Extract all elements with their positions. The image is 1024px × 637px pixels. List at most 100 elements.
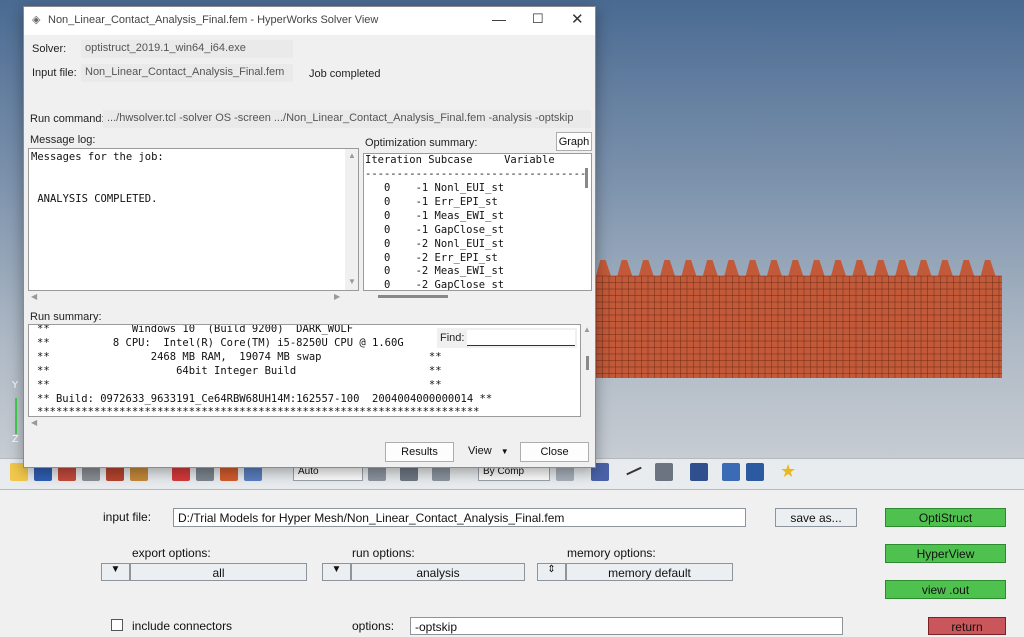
- run-command-field: .../hwsolver.tcl -solver OS -screen .../…: [103, 110, 591, 128]
- run-options-button[interactable]: analysis: [351, 563, 525, 581]
- opt-summary-row: 0 -1 Err_EPI_st: [365, 196, 504, 210]
- export-options-label: export options:: [132, 546, 211, 560]
- iteration-cell: 0: [365, 279, 391, 291]
- scroll-down-icon[interactable]: ▼: [348, 277, 356, 286]
- save-as-button[interactable]: save as...: [775, 508, 857, 527]
- close-icon[interactable]: ✕: [571, 10, 584, 28]
- export-options-toggle[interactable]: ▼: [101, 563, 130, 581]
- opt-summary-row: 0 -1 Meas_EWI_st: [365, 210, 504, 224]
- memory-options-toggle[interactable]: ⇕: [537, 563, 566, 581]
- scroll-up-icon[interactable]: ▲: [348, 151, 356, 160]
- optistruct-button[interactable]: OptiStruct: [885, 508, 1006, 527]
- run-options-label: run options:: [352, 546, 415, 560]
- run-summary-line: ** Windows 10 (Build 9200) DARK_WOLF: [37, 324, 354, 335]
- find-bar: Find:: [437, 328, 577, 348]
- opt-summary-rows: 0 -1 Nonl_EUI_st 0 -1 Err_EPI_st 0 -1 Me…: [365, 182, 505, 291]
- surface-icon[interactable]: [655, 463, 673, 481]
- opt-summary-hscroll-thumb[interactable]: [378, 295, 448, 298]
- variable-cell: Nonl_EUI_st: [428, 237, 505, 250]
- scroll-left-icon[interactable]: ◀: [31, 418, 37, 427]
- minimize-icon[interactable]: —: [492, 11, 506, 27]
- grid-icon[interactable]: [722, 463, 740, 481]
- iteration-cell: 0: [365, 265, 391, 278]
- graph-button[interactable]: Graph: [556, 132, 592, 151]
- view-out-button[interactable]: view .out: [885, 580, 1006, 599]
- hyperview-button[interactable]: HyperView: [885, 544, 1006, 563]
- favorite-star-icon[interactable]: ★: [780, 461, 796, 481]
- up-down-arrows-icon: ⇕: [547, 564, 556, 575]
- run-summary-label: Run summary:: [30, 311, 102, 323]
- subcase-cell: -1: [390, 209, 429, 222]
- message-log-scrollbar[interactable]: ▲ ▼: [345, 149, 358, 290]
- iteration-cell: 0: [365, 209, 391, 222]
- opt-summary-scroll-thumb[interactable]: [585, 168, 588, 188]
- run-summary-scroll-thumb[interactable]: [586, 356, 589, 370]
- subcase-cell: -2: [390, 237, 429, 250]
- find-input[interactable]: [467, 330, 575, 346]
- iteration-cell: 0: [365, 223, 391, 236]
- scroll-right-icon[interactable]: ▶: [334, 292, 340, 301]
- y-axis-line: [15, 398, 17, 434]
- variable-cell: GapClose_st: [428, 279, 505, 291]
- run-summary-line: ** Build: 0972633_9633191_Ce64RBW68UH14M…: [37, 392, 493, 405]
- opt-summary-row: 0 -2 Meas_EWI_st: [365, 265, 504, 279]
- iteration-cell: 0: [365, 251, 391, 264]
- solver-field: optistruct_2019.1_win64_i64.exe: [81, 40, 293, 58]
- variable-cell: Meas_EWI_st: [428, 209, 505, 222]
- scroll-left-icon[interactable]: ◀: [31, 292, 37, 301]
- run-summary-line: ** 8 CPU: Intel(R) Core(TM) i5-8250U CPU…: [37, 336, 404, 349]
- variable-cell: GapClose_st: [428, 223, 505, 236]
- message-log-text: Messages for the job: ANALYSIS COMPLETED…: [31, 151, 164, 207]
- subcase-cell: -2: [390, 265, 429, 278]
- iteration-cell: 0: [365, 182, 391, 194]
- subcase-cell: -2: [390, 279, 429, 291]
- optimization-summary[interactable]: Iteration Subcase Variable -------------…: [363, 153, 592, 291]
- view-menu-button[interactable]: View ▼: [468, 445, 509, 457]
- subcase-cell: -1: [390, 195, 429, 208]
- opt-summary-row: 0 -2 Err_EPI_st: [365, 252, 504, 266]
- variable-cell: Err_EPI_st: [428, 195, 498, 208]
- chevron-down-icon: ▼: [500, 447, 509, 456]
- z-axis-label: Z: [12, 434, 19, 445]
- message-log-line: ANALYSIS COMPLETED.: [31, 192, 158, 205]
- export-options-button[interactable]: all: [130, 563, 307, 581]
- run-options-toggle[interactable]: ▼: [322, 563, 351, 581]
- run-summary-hscrollbar[interactable]: ◀: [28, 417, 581, 429]
- job-status: Job completed: [309, 68, 381, 80]
- solver-view-dialog: ◈ Non_Linear_Contact_Analysis_Final.fem …: [23, 6, 596, 468]
- y-axis-label: Y: [12, 380, 19, 391]
- message-log-hscrollbar[interactable]: ◀ ▶: [28, 291, 359, 303]
- memory-options-label: memory options:: [567, 546, 656, 560]
- close-button[interactable]: Close: [520, 442, 589, 462]
- input-file-field[interactable]: D:/Trial Models for Hyper Mesh/Non_Linea…: [173, 508, 746, 527]
- options-field[interactable]: -optskip: [410, 617, 843, 635]
- run-summary-line: ** 64bit Integer Build **: [37, 364, 442, 377]
- message-log-line: [31, 165, 164, 179]
- memory-options-button[interactable]: memory default: [566, 563, 733, 581]
- iteration-cell: 0: [365, 195, 391, 208]
- maximize-icon[interactable]: ☐: [532, 11, 544, 27]
- scroll-up-icon[interactable]: ▲: [583, 325, 591, 334]
- message-log-label: Message log:: [30, 134, 96, 146]
- plane-icon[interactable]: [690, 463, 708, 481]
- solver-label: Solver:: [32, 43, 67, 55]
- return-button[interactable]: return: [928, 617, 1006, 635]
- opt-summary-header: Iteration Subcase Variable: [365, 154, 555, 166]
- monitor-icon[interactable]: [746, 463, 764, 481]
- opt-summary-separator: -----------------------------------: [365, 168, 587, 180]
- app-icon: ◈: [32, 14, 41, 26]
- opt-summary-row: 0 -1 Nonl_EUI_st: [365, 182, 504, 196]
- opt-summary-row: 0 -1 GapClose_st: [365, 224, 504, 238]
- message-log[interactable]: Messages for the job: ANALYSIS COMPLETED…: [28, 148, 359, 291]
- window-title: Non_Linear_Contact_Analysis_Final.fem - …: [48, 14, 379, 26]
- run-summary-scrollbar[interactable]: ▲: [581, 324, 593, 417]
- opt-summary-row: 0 -2 GapClose_st: [365, 279, 505, 291]
- title-bar: ◈ Non_Linear_Contact_Analysis_Final.fem …: [24, 7, 595, 35]
- message-log-line: Messages for the job:: [31, 151, 164, 163]
- subcase-cell: -1: [390, 223, 429, 236]
- subcase-cell: -2: [390, 251, 429, 264]
- run-summary-text: ** Windows 10 (Build 9200) DARK_WOLF ** 8…: [37, 324, 493, 417]
- results-button[interactable]: Results: [385, 442, 454, 462]
- run-summary-line: ****************************************…: [37, 406, 480, 417]
- include-connectors-checkbox[interactable]: [111, 619, 123, 631]
